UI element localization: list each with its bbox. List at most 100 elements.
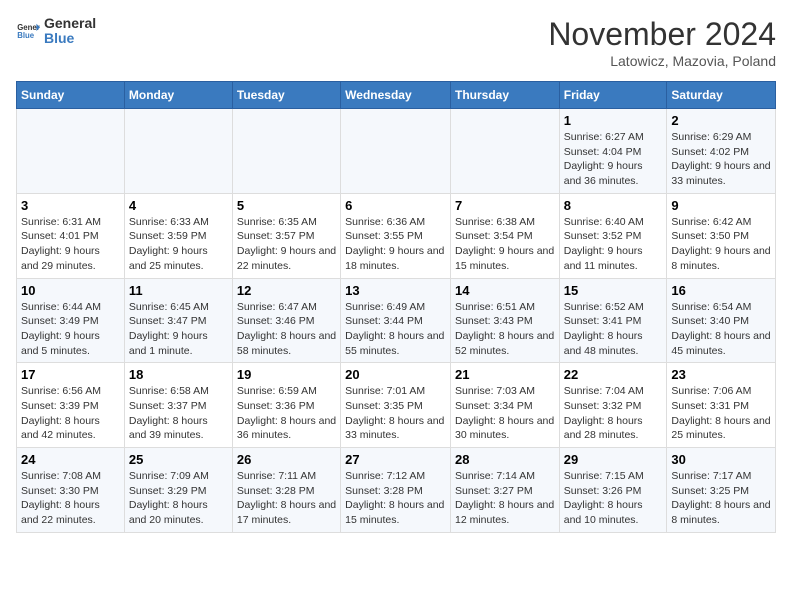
day-cell: 3 Sunrise: 6:31 AM Sunset: 4:01 PM Daylig…: [17, 193, 125, 278]
day-cell: 2Sunrise: 6:29 AM Sunset: 4:02 PM Daylig…: [667, 109, 776, 194]
month-title: November 2024: [548, 16, 776, 53]
day-info: Sunrise: 6:29 AM Sunset: 4:02 PM Dayligh…: [671, 130, 771, 189]
day-number: 22: [564, 367, 663, 382]
header-day-sunday: Sunday: [17, 82, 125, 109]
title-area: November 2024 Latowicz, Mazovia, Poland: [548, 16, 776, 69]
day-cell: 20 Sunrise: 7:01 AM Sunset: 3:35 PM Dayli…: [341, 363, 451, 448]
week-row-5: 24Sunrise: 7:08 AM Sunset: 3:30 PM Dayli…: [17, 448, 776, 533]
day-number: 5: [237, 198, 336, 213]
day-cell: 13 Sunrise: 6:49 AM Sunset: 3:44 PM Dayli…: [341, 278, 451, 363]
day-cell: 1 Sunrise: 6:27 AM Sunset: 4:04 PM Daylig…: [559, 109, 667, 194]
week-row-3: 10 Sunrise: 6:44 AM Sunset: 3:49 PM Dayli…: [17, 278, 776, 363]
day-info: Sunrise: 6:52 AM Sunset: 3:41 PM Dayligh…: [564, 300, 663, 359]
day-number: 16: [671, 283, 771, 298]
calendar-table: SundayMondayTuesdayWednesdayThursdayFrid…: [16, 81, 776, 533]
header-row: SundayMondayTuesdayWednesdayThursdayFrid…: [17, 82, 776, 109]
day-number: 27: [345, 452, 446, 467]
day-cell: 27 Sunrise: 7:12 AM Sunset: 3:28 PM Dayli…: [341, 448, 451, 533]
day-info: Sunrise: 6:42 AM Sunset: 3:50 PM Dayligh…: [671, 215, 771, 274]
day-number: 13: [345, 283, 446, 298]
day-cell: 14Sunrise: 6:51 AM Sunset: 3:43 PM Dayli…: [450, 278, 559, 363]
day-cell: 29Sunrise: 7:15 AM Sunset: 3:26 PM Dayli…: [559, 448, 667, 533]
header-day-friday: Friday: [559, 82, 667, 109]
day-cell: 16 Sunrise: 6:54 AM Sunset: 3:40 PM Dayli…: [667, 278, 776, 363]
day-info: Sunrise: 7:06 AM Sunset: 3:31 PM Dayligh…: [671, 384, 771, 443]
day-cell: [17, 109, 125, 194]
day-cell: [124, 109, 232, 194]
day-info: Sunrise: 7:12 AM Sunset: 3:28 PM Dayligh…: [345, 469, 446, 528]
day-number: 28: [455, 452, 555, 467]
day-info: Sunrise: 6:33 AM Sunset: 3:59 PM Dayligh…: [129, 215, 228, 274]
day-cell: 24Sunrise: 7:08 AM Sunset: 3:30 PM Dayli…: [17, 448, 125, 533]
svg-text:Blue: Blue: [17, 32, 35, 41]
day-cell: 30 Sunrise: 7:17 AM Sunset: 3:25 PM Dayli…: [667, 448, 776, 533]
day-cell: [341, 109, 451, 194]
logo-text-blue: Blue: [44, 30, 74, 46]
day-info: Sunrise: 7:14 AM Sunset: 3:27 PM Dayligh…: [455, 469, 555, 528]
day-number: 20: [345, 367, 446, 382]
day-cell: 17 Sunrise: 6:56 AM Sunset: 3:39 PM Dayli…: [17, 363, 125, 448]
day-info: Sunrise: 7:11 AM Sunset: 3:28 PM Dayligh…: [237, 469, 336, 528]
location-subtitle: Latowicz, Mazovia, Poland: [548, 53, 776, 69]
day-info: Sunrise: 6:54 AM Sunset: 3:40 PM Dayligh…: [671, 300, 771, 359]
day-cell: 15Sunrise: 6:52 AM Sunset: 3:41 PM Dayli…: [559, 278, 667, 363]
day-cell: 19 Sunrise: 6:59 AM Sunset: 3:36 PM Dayli…: [232, 363, 340, 448]
day-number: 14: [455, 283, 555, 298]
day-number: 11: [129, 283, 228, 298]
day-cell: 26 Sunrise: 7:11 AM Sunset: 3:28 PM Dayli…: [232, 448, 340, 533]
day-number: 10: [21, 283, 120, 298]
day-cell: 4 Sunrise: 6:33 AM Sunset: 3:59 PM Daylig…: [124, 193, 232, 278]
day-info: Sunrise: 7:15 AM Sunset: 3:26 PM Dayligh…: [564, 469, 663, 528]
day-cell: 21Sunrise: 7:03 AM Sunset: 3:34 PM Dayli…: [450, 363, 559, 448]
day-cell: 18Sunrise: 6:58 AM Sunset: 3:37 PM Dayli…: [124, 363, 232, 448]
day-info: Sunrise: 6:27 AM Sunset: 4:04 PM Dayligh…: [564, 130, 663, 189]
day-cell: 6 Sunrise: 6:36 AM Sunset: 3:55 PM Daylig…: [341, 193, 451, 278]
day-info: Sunrise: 6:44 AM Sunset: 3:49 PM Dayligh…: [21, 300, 120, 359]
day-info: Sunrise: 6:45 AM Sunset: 3:47 PM Dayligh…: [129, 300, 228, 359]
day-number: 1: [564, 113, 663, 128]
day-number: 9: [671, 198, 771, 213]
day-cell: 5 Sunrise: 6:35 AM Sunset: 3:57 PM Daylig…: [232, 193, 340, 278]
day-number: 7: [455, 198, 555, 213]
day-info: Sunrise: 7:04 AM Sunset: 3:32 PM Dayligh…: [564, 384, 663, 443]
day-cell: 8Sunrise: 6:40 AM Sunset: 3:52 PM Daylig…: [559, 193, 667, 278]
day-info: Sunrise: 6:38 AM Sunset: 3:54 PM Dayligh…: [455, 215, 555, 274]
day-info: Sunrise: 7:01 AM Sunset: 3:35 PM Dayligh…: [345, 384, 446, 443]
day-info: Sunrise: 7:08 AM Sunset: 3:30 PM Dayligh…: [21, 469, 120, 528]
header-day-wednesday: Wednesday: [341, 82, 451, 109]
day-info: Sunrise: 6:47 AM Sunset: 3:46 PM Dayligh…: [237, 300, 336, 359]
header-day-monday: Monday: [124, 82, 232, 109]
day-number: 19: [237, 367, 336, 382]
day-cell: 23 Sunrise: 7:06 AM Sunset: 3:31 PM Dayli…: [667, 363, 776, 448]
day-info: Sunrise: 6:49 AM Sunset: 3:44 PM Dayligh…: [345, 300, 446, 359]
day-info: Sunrise: 6:31 AM Sunset: 4:01 PM Dayligh…: [21, 215, 120, 274]
day-info: Sunrise: 6:36 AM Sunset: 3:55 PM Dayligh…: [345, 215, 446, 274]
day-number: 21: [455, 367, 555, 382]
day-number: 30: [671, 452, 771, 467]
day-cell: 11 Sunrise: 6:45 AM Sunset: 3:47 PM Dayli…: [124, 278, 232, 363]
header: General Blue General Blue November 2024 …: [16, 16, 776, 69]
calendar-header: SundayMondayTuesdayWednesdayThursdayFrid…: [17, 82, 776, 109]
day-number: 23: [671, 367, 771, 382]
logo-icon: General Blue: [16, 19, 40, 43]
header-day-tuesday: Tuesday: [232, 82, 340, 109]
day-cell: [232, 109, 340, 194]
day-number: 4: [129, 198, 228, 213]
day-cell: 10 Sunrise: 6:44 AM Sunset: 3:49 PM Dayli…: [17, 278, 125, 363]
day-info: Sunrise: 6:59 AM Sunset: 3:36 PM Dayligh…: [237, 384, 336, 443]
day-info: Sunrise: 6:35 AM Sunset: 3:57 PM Dayligh…: [237, 215, 336, 274]
day-cell: [450, 109, 559, 194]
day-info: Sunrise: 7:09 AM Sunset: 3:29 PM Dayligh…: [129, 469, 228, 528]
day-info: Sunrise: 7:17 AM Sunset: 3:25 PM Dayligh…: [671, 469, 771, 528]
day-cell: 28 Sunrise: 7:14 AM Sunset: 3:27 PM Dayli…: [450, 448, 559, 533]
day-cell: 12Sunrise: 6:47 AM Sunset: 3:46 PM Dayli…: [232, 278, 340, 363]
day-number: 26: [237, 452, 336, 467]
day-cell: 22 Sunrise: 7:04 AM Sunset: 3:32 PM Dayli…: [559, 363, 667, 448]
header-day-thursday: Thursday: [450, 82, 559, 109]
day-number: 17: [21, 367, 120, 382]
day-number: 3: [21, 198, 120, 213]
day-info: Sunrise: 6:56 AM Sunset: 3:39 PM Dayligh…: [21, 384, 120, 443]
day-info: Sunrise: 6:40 AM Sunset: 3:52 PM Dayligh…: [564, 215, 663, 274]
week-row-2: 3 Sunrise: 6:31 AM Sunset: 4:01 PM Daylig…: [17, 193, 776, 278]
day-number: 6: [345, 198, 446, 213]
